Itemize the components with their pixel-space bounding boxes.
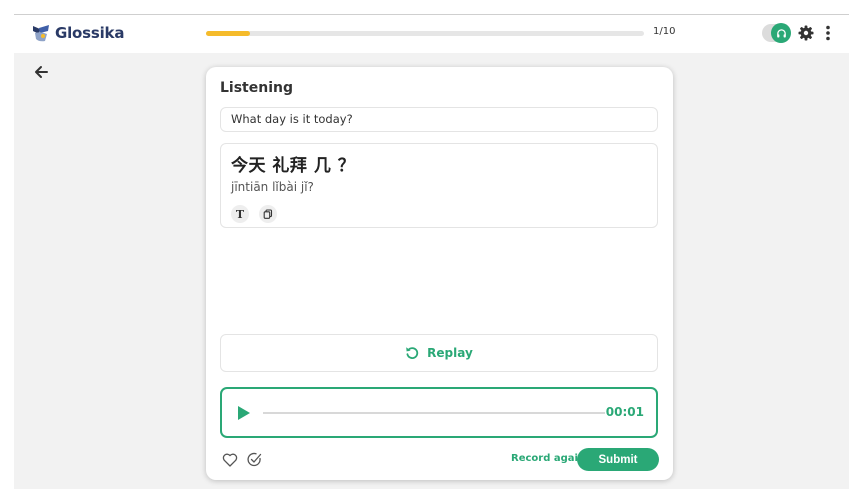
recording-time: 00:01	[605, 405, 644, 419]
top-bar: Glossika 1/10	[14, 15, 849, 53]
kebab-menu-icon[interactable]	[825, 25, 831, 41]
lesson-progress-bar	[206, 31, 644, 36]
audio-toggle-knob	[771, 23, 791, 43]
target-sentence-box: 今天 礼拜 几 ？ jīntiān lǐbài jǐ? T	[220, 143, 658, 228]
exercise-card: Listening What day is it today? 今天 礼拜 几 …	[206, 67, 673, 480]
submit-button[interactable]: Submit	[577, 448, 659, 471]
exercise-title: Listening	[220, 80, 293, 96]
replay-icon	[406, 347, 419, 359]
brand-name: Glossika	[55, 24, 125, 42]
back-arrow-icon[interactable]	[34, 65, 48, 79]
glossika-logo-icon	[33, 25, 49, 42]
replay-label: Replay	[427, 346, 473, 360]
headphones-icon	[776, 28, 786, 37]
text-icon: T	[235, 207, 245, 221]
recording-scrubber[interactable]	[263, 412, 605, 414]
copy-button[interactable]	[259, 205, 277, 223]
record-again-link[interactable]: Record again	[511, 453, 585, 464]
gear-icon[interactable]	[798, 25, 814, 41]
lesson-progress-count: 1/10	[653, 26, 676, 37]
target-sentence-pinyin: jīntiān lǐbài jǐ?	[231, 180, 314, 194]
target-sentence-hanzi: 今天 礼拜 几 ？	[231, 156, 356, 176]
audio-toggle[interactable]	[762, 23, 791, 43]
recording-player: 00:01	[220, 387, 658, 438]
heart-icon[interactable]	[222, 452, 238, 468]
brand-logo[interactable]: Glossika	[30, 22, 124, 44]
replay-button[interactable]: Replay	[220, 334, 658, 372]
app-frame: Glossika 1/10 Listening What day is it t…	[14, 14, 849, 489]
mark-known-icon[interactable]	[246, 451, 263, 468]
copy-icon	[263, 209, 273, 219]
prompt-sentence: What day is it today?	[220, 107, 658, 132]
play-icon[interactable]	[237, 405, 251, 421]
text-toggle-button[interactable]: T	[231, 205, 249, 223]
lesson-progress-fill	[206, 31, 250, 36]
